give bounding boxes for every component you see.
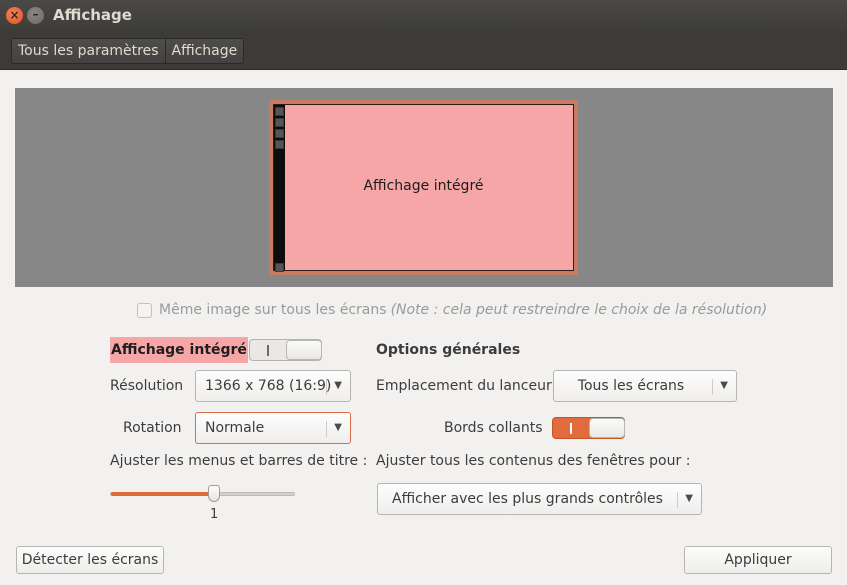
launcher-slot-icon <box>275 107 284 116</box>
toolbar: Tous les paramètres Affichage <box>0 32 847 70</box>
chevron-down-icon: ▼ <box>720 380 728 391</box>
general-options-title: Options générales <box>376 342 521 358</box>
scale-slider-fill <box>111 492 214 496</box>
mirror-displays-checkbox[interactable] <box>137 302 152 318</box>
scale-label: Ajuster les menus et barres de titre : <box>110 453 368 469</box>
chevron-down-icon: ▼ <box>334 380 342 391</box>
scale-all-label: Ajuster tous les contenus des fenêtres p… <box>376 453 691 469</box>
resolution-select[interactable]: 1366 x 768 (16:9) ▼ <box>195 370 351 402</box>
sticky-edges-label: Bords collants <box>444 420 543 436</box>
launcher-slot-icon <box>275 140 284 149</box>
monitor-preview[interactable]: Affichage intégré <box>269 100 578 275</box>
launcher-slot-icon <box>275 129 284 138</box>
launcher-placement-value: Tous les écrans <box>577 378 685 394</box>
display-enabled-toggle[interactable] <box>249 339 322 361</box>
rotation-select[interactable]: Normale ▼ <box>195 412 351 444</box>
scale-slider-track[interactable] <box>110 492 295 496</box>
breadcrumb-all-settings[interactable]: Tous les paramètres <box>12 39 165 63</box>
window-titlebar: × – Affichage <box>0 0 847 32</box>
detect-displays-button[interactable]: Détecter les écrans <box>16 546 164 574</box>
scale-slider-handle[interactable] <box>208 485 220 502</box>
launcher-slot-icon <box>275 118 284 127</box>
apply-button[interactable]: Appliquer <box>684 546 832 574</box>
sticky-edges-toggle[interactable] <box>552 417 625 439</box>
mirror-displays-note: (Note : cela peut restreindre le choix d… <box>390 302 768 318</box>
toggle-knob <box>286 340 322 360</box>
close-window-icon[interactable]: × <box>6 7 23 24</box>
minimize-window-icon[interactable]: – <box>27 7 44 24</box>
rotation-value: Normale <box>205 420 265 436</box>
toggle-on-marker-icon <box>570 423 572 434</box>
combo-separator <box>712 379 713 395</box>
toggle-on-marker-icon <box>267 345 269 356</box>
display-name-label: Affichage intégré <box>110 337 248 363</box>
mirror-displays-label: Même image sur tous les écrans <box>159 302 387 318</box>
launcher-placement-select[interactable]: Tous les écrans ▼ <box>553 370 737 402</box>
combo-separator <box>326 421 327 437</box>
launcher-slot-icon <box>275 263 284 272</box>
mirror-displays-row: Même image sur tous les écrans (Note : c… <box>137 302 767 318</box>
scale-all-select[interactable]: Afficher avec les plus grands contrôles … <box>377 483 702 515</box>
monitor-label: Affichage intégré <box>363 178 484 194</box>
launcher-placement-label: Emplacement du lanceur <box>376 378 552 394</box>
resolution-value: 1366 x 768 (16:9) <box>205 378 332 394</box>
rotation-label: Rotation <box>123 420 182 436</box>
breadcrumb: Tous les paramètres Affichage <box>11 38 245 64</box>
window-title: Affichage <box>53 6 132 24</box>
chevron-down-icon: ▼ <box>334 422 342 433</box>
combo-separator <box>677 492 678 508</box>
breadcrumb-display[interactable]: Affichage <box>164 39 244 63</box>
resolution-label: Résolution <box>110 378 184 394</box>
toggle-knob <box>589 418 625 438</box>
scale-all-value: Afficher avec les plus grands contrôles <box>392 491 663 507</box>
monitor-arrangement-area: Affichage intégré <box>15 88 833 287</box>
chevron-down-icon: ▼ <box>685 493 693 504</box>
combo-separator <box>326 379 327 395</box>
monitor-screen: Affichage intégré <box>273 104 574 272</box>
scale-slider-value: 1 <box>210 507 219 522</box>
